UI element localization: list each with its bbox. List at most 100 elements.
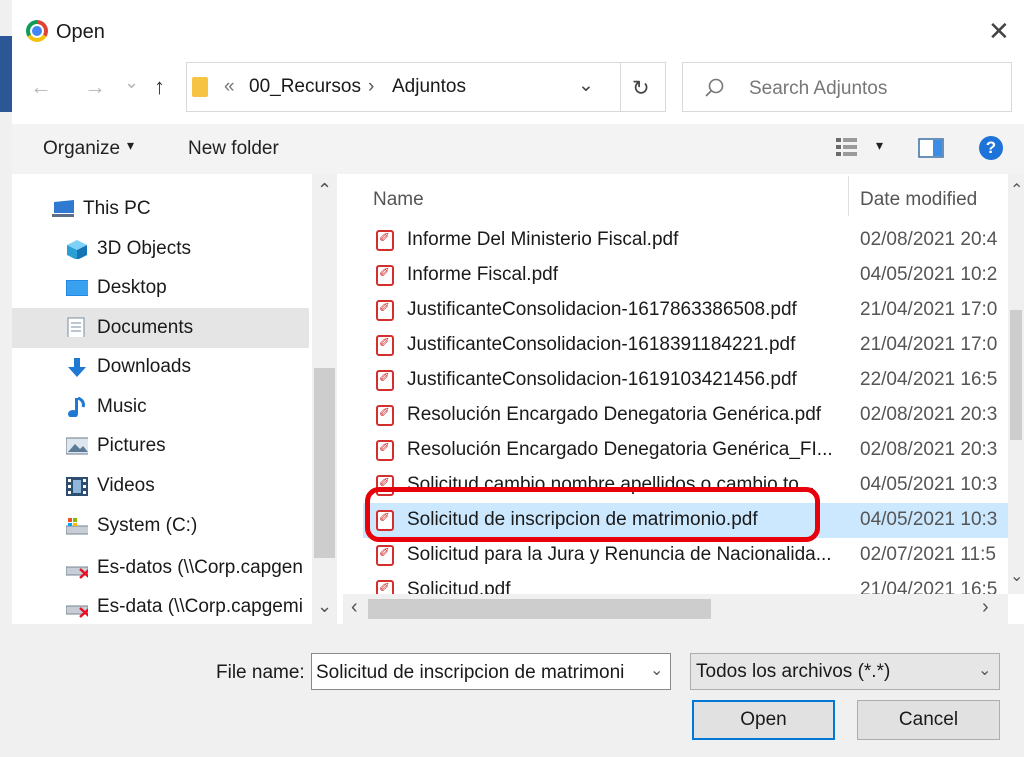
pdf-file-icon (376, 475, 394, 496)
file-name: Informe Fiscal.pdf (407, 264, 558, 285)
pdf-file-icon (376, 440, 394, 461)
help-icon[interactable]: ? (979, 136, 1003, 160)
cancel-button[interactable]: Cancel (857, 700, 1000, 740)
document-icon (67, 317, 85, 337)
file-row[interactable]: Informe Fiscal.pdf 04/05/2021 10:2 (363, 258, 1008, 293)
open-button[interactable]: Open (692, 700, 835, 740)
sidebar-item-label: Es-data (\\Corp.capgemi (97, 596, 303, 617)
breadcrumb-separator-icon[interactable]: › (368, 76, 374, 98)
recent-locations-icon[interactable]: ⌄ (124, 72, 139, 93)
sidebar-item-label: This PC (83, 198, 151, 219)
sidebar-item-downloads[interactable]: Downloads (12, 348, 312, 386)
filename-label: File name: (216, 662, 305, 683)
file-row[interactable]: Solicitud.pdf 21/04/2021 16:5 (363, 573, 1008, 594)
search-placeholder: Search Adjuntos (749, 78, 888, 99)
file-name: Resolución Encargado Denegatoria Genéric… (407, 404, 822, 425)
sidebar-item-label: Documents (97, 317, 194, 338)
file-name: Informe Del Ministerio Fiscal.pdf (407, 229, 679, 250)
address-dropdown-icon[interactable]: ⌄ (578, 74, 594, 97)
file-name: Solicitud.pdf (407, 579, 511, 594)
sidebar-item-system-c[interactable]: System (C:) (12, 507, 312, 545)
desktop-icon (66, 280, 88, 296)
organize-caret-icon[interactable]: ▾ (127, 137, 134, 154)
file-date: 04/05/2021 10:3 (860, 474, 998, 495)
file-row[interactable]: Resolución Encargado Denegatoria Genéric… (363, 398, 1008, 433)
file-name: Resolución Encargado Denegatoria Genéric… (407, 439, 833, 460)
file-list-horizontal-thumb[interactable] (368, 599, 711, 619)
breadcrumb-00-recursos[interactable]: 00_Recursos (249, 76, 361, 98)
sidebar-item-es-data[interactable]: Es-data (\\Corp.capgemi (12, 588, 312, 624)
close-icon[interactable]: ✕ (988, 18, 1010, 44)
file-date: 02/08/2021 20:4 (860, 229, 998, 250)
sidebar-item-music[interactable]: Music (12, 388, 312, 426)
file-row[interactable]: JustificanteConsolidacion-1618391184221.… (363, 328, 1008, 363)
file-date: 21/04/2021 17:0 (860, 299, 998, 320)
file-date: 21/04/2021 17:0 (860, 334, 998, 355)
pdf-file-icon (376, 370, 394, 391)
view-options-icon[interactable] (836, 138, 858, 156)
file-row[interactable]: Solicitud cambio nombre apellidos o camb… (363, 468, 1008, 503)
file-scroll-left-icon[interactable]: ‹ (351, 596, 358, 619)
pdf-file-icon (376, 405, 394, 426)
nav-scroll-up-icon[interactable]: ⌃ (317, 180, 332, 201)
file-row[interactable]: Resolución Encargado Denegatoria Genéric… (363, 433, 1008, 468)
search-icon (705, 78, 724, 97)
file-date: 02/07/2021 11:5 (860, 544, 996, 565)
organize-button[interactable]: Organize (43, 138, 120, 160)
file-list-scroll-thumb[interactable] (1010, 310, 1022, 440)
pictures-icon (66, 437, 88, 455)
preview-pane-icon[interactable] (918, 138, 944, 158)
pdf-file-icon (376, 335, 394, 356)
file-row[interactable]: Informe Del Ministerio Fiscal.pdf 02/08/… (363, 223, 1008, 258)
filename-dropdown-icon[interactable]: ⌄ (650, 660, 663, 680)
up-arrow-icon[interactable]: ↑ (154, 74, 165, 100)
sidebar-item-pictures[interactable]: Pictures (12, 427, 312, 465)
sidebar-item-desktop[interactable]: Desktop (12, 269, 312, 307)
background-window (0, 0, 12, 757)
background-accent (0, 36, 12, 112)
breadcrumb-adjuntos[interactable]: Adjuntos (392, 76, 466, 98)
pdf-file-icon (376, 580, 394, 594)
sidebar-item-label: Pictures (97, 435, 166, 456)
command-bar (12, 124, 1024, 174)
file-date: 22/04/2021 16:5 (860, 369, 998, 390)
file-date: 04/05/2021 10:2 (860, 264, 998, 285)
sidebar-item-label: System (C:) (97, 515, 198, 536)
column-divider[interactable] (848, 176, 849, 216)
column-header-date-modified[interactable]: Date modified (860, 189, 977, 211)
pdf-file-icon (376, 230, 394, 251)
filename-value[interactable]: Solicitud de inscripcion de matrimoni (316, 662, 644, 684)
pdf-file-icon (376, 300, 394, 321)
file-row[interactable]: JustificanteConsolidacion-1617863386508.… (363, 293, 1008, 328)
sidebar-item-documents[interactable]: Documents (12, 308, 309, 348)
file-date: 02/08/2021 20:3 (860, 404, 998, 425)
refresh-icon[interactable]: ↻ (632, 76, 650, 101)
network-drive-icon (66, 566, 88, 579)
filetype-value[interactable]: Todos los archivos (*.*) (696, 661, 890, 683)
forward-arrow-icon[interactable]: → (84, 74, 106, 100)
drive-icon (66, 518, 88, 535)
sidebar-item-videos[interactable]: Videos (12, 467, 312, 505)
address-overflow-icon[interactable]: « (224, 76, 235, 98)
sidebar-item-label: Desktop (97, 277, 167, 298)
sidebar-item-3d-objects[interactable]: 3D Objects (12, 230, 312, 268)
file-scroll-down-icon[interactable]: ⌄ (1010, 566, 1023, 586)
file-scroll-up-icon[interactable]: ⌃ (1010, 180, 1023, 200)
folder-icon (192, 77, 208, 97)
file-row-selected[interactable]: Solicitud de inscripcion de matrimonio.p… (363, 503, 1008, 538)
sidebar-item-es-datos[interactable]: Es-datos (\\Corp.capgen (12, 549, 312, 587)
back-arrow-icon[interactable]: ← (30, 74, 52, 100)
pdf-file-icon (376, 510, 394, 531)
file-row[interactable]: Solicitud para la Jura y Renuncia de Nac… (363, 538, 1008, 573)
column-header-name[interactable]: Name (373, 189, 424, 211)
sidebar-item-label: Videos (97, 475, 155, 496)
navigation-scroll-thumb[interactable] (314, 368, 335, 558)
sidebar-item-this-pc[interactable]: This PC (12, 190, 312, 228)
file-scroll-right-icon[interactable]: › (982, 596, 989, 619)
file-row[interactable]: JustificanteConsolidacion-1619103421456.… (363, 363, 1008, 398)
nav-scroll-down-icon[interactable]: ⌄ (317, 596, 332, 617)
new-folder-button[interactable]: New folder (188, 138, 279, 160)
view-caret-icon[interactable]: ▾ (876, 137, 883, 154)
filetype-dropdown-icon[interactable]: ⌄ (978, 660, 991, 680)
file-name: JustificanteConsolidacion-1617863386508.… (407, 299, 797, 320)
